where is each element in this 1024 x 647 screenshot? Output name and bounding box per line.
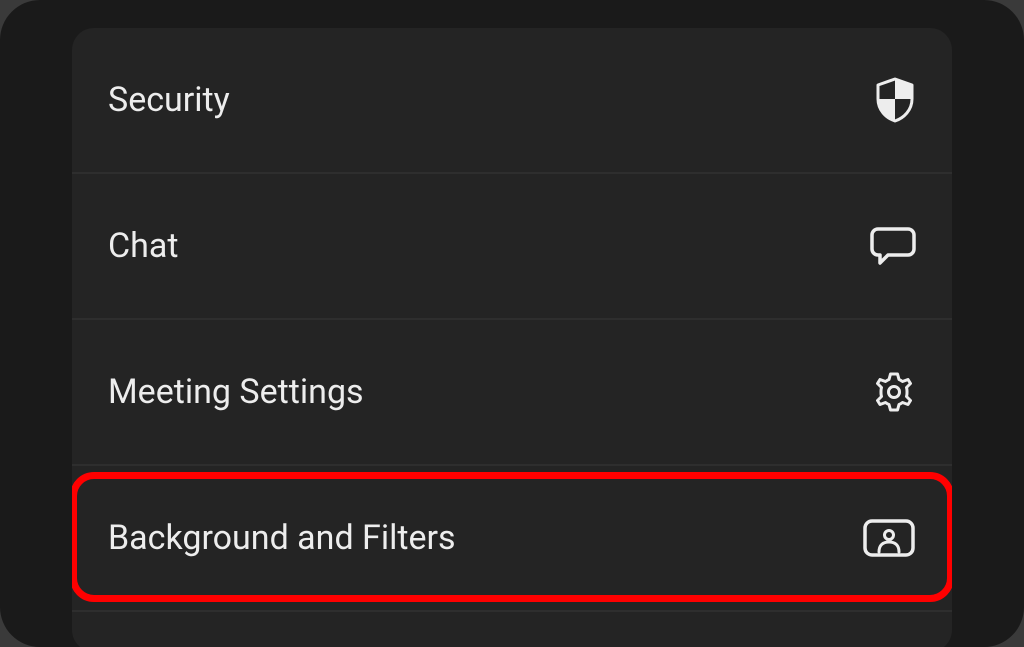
chat-icon — [870, 225, 916, 267]
app-window: Security Chat Meeting Settings — [0, 0, 1024, 647]
person-frame-icon — [862, 518, 916, 558]
menu-item-security[interactable]: Security — [72, 28, 952, 174]
shield-icon — [874, 77, 916, 123]
menu-item-label: Meeting Settings — [108, 372, 364, 412]
menu-item-label: Security — [108, 80, 230, 120]
menu-item-background-filters[interactable]: Background and Filters — [72, 466, 952, 612]
menu-panel: Security Chat Meeting Settings — [72, 28, 952, 647]
menu-item-chat[interactable]: Chat — [72, 174, 952, 320]
menu-item-label: Chat — [108, 226, 178, 266]
menu-item-meeting-settings[interactable]: Meeting Settings — [72, 320, 952, 466]
panel-bottom-spacer — [72, 612, 952, 647]
highlighted-row-wrap: Background and Filters — [72, 466, 952, 612]
menu-item-label: Background and Filters — [108, 518, 456, 558]
gear-icon — [872, 370, 916, 414]
